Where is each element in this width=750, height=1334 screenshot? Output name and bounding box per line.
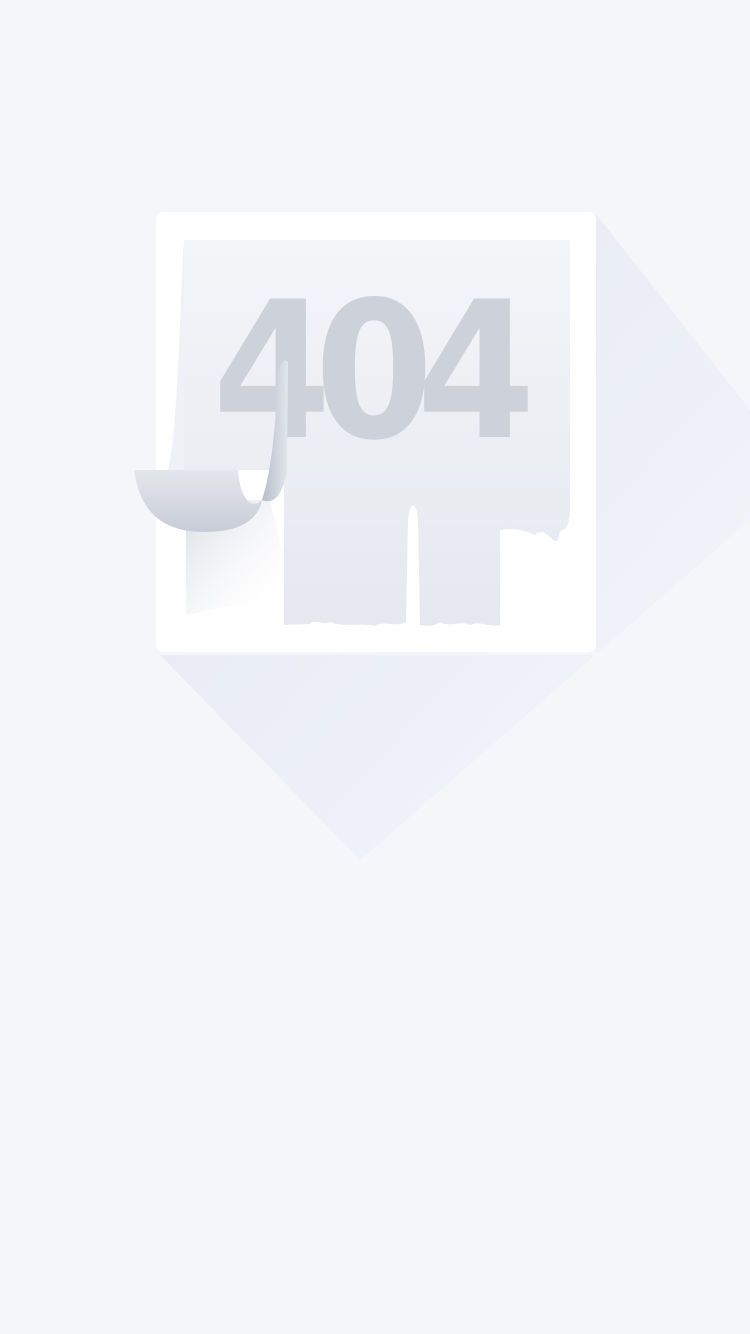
error-page: 4 0 4 — [0, 0, 750, 1334]
error-404-illustration: 4 0 4 — [134, 212, 750, 860]
error-digit-3: 4 — [417, 261, 536, 482]
